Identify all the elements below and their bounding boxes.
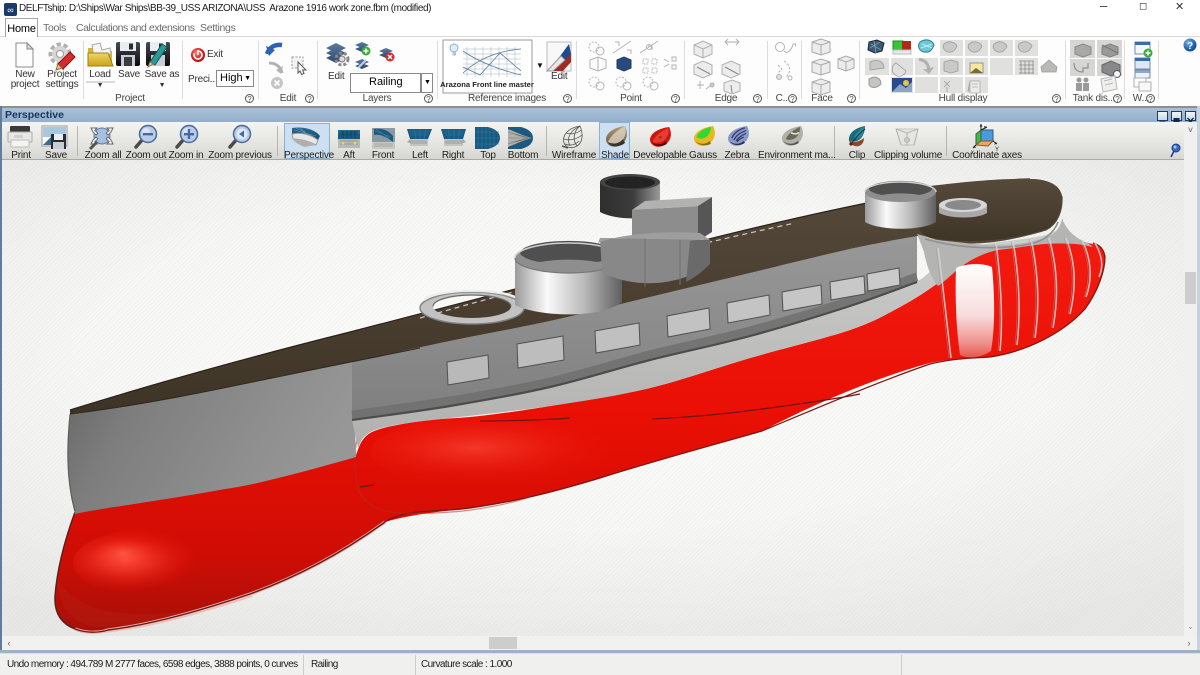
svg-text:?: ? [1187,41,1193,52]
svg-text:Arazona Front line master: Arazona Front line master [440,80,534,89]
svg-text:∞: ∞ [7,5,13,15]
